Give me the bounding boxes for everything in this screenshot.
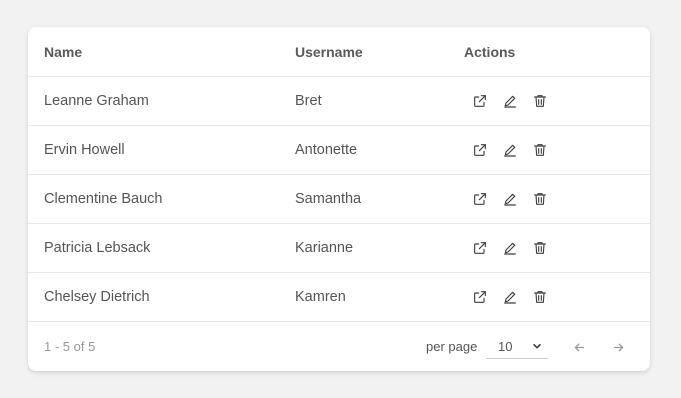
row-actions xyxy=(464,77,549,125)
cell-name: Leanne Graham xyxy=(44,93,149,109)
delete-icon[interactable] xyxy=(531,141,549,159)
cell-name: Clementine Bauch xyxy=(44,191,163,207)
delete-icon[interactable] xyxy=(531,190,549,208)
edit-icon[interactable] xyxy=(501,288,519,306)
cell-username: Kamren xyxy=(295,289,346,305)
table-row: Leanne Graham Bret xyxy=(28,77,650,126)
open-external-icon[interactable] xyxy=(471,190,489,208)
column-header-name[interactable]: Name xyxy=(44,27,82,76)
pagination-bar: 1 - 5 of 5 per page 10 xyxy=(28,322,650,371)
pagination-range: 1 - 5 of 5 xyxy=(44,339,96,354)
edit-icon[interactable] xyxy=(501,141,519,159)
column-header-username[interactable]: Username xyxy=(295,27,363,76)
per-page-select[interactable]: 10 xyxy=(486,334,548,359)
delete-icon[interactable] xyxy=(531,92,549,110)
table-header-row: Name Username Actions xyxy=(28,27,650,77)
cell-username: Bret xyxy=(295,93,322,109)
row-actions xyxy=(464,175,549,223)
arrow-left-icon[interactable] xyxy=(570,338,588,356)
table-row: Ervin Howell Antonette xyxy=(28,126,650,175)
per-page-label: per page xyxy=(426,339,478,354)
users-table-card: Name Username Actions Leanne Graham Bret… xyxy=(28,27,650,371)
open-external-icon[interactable] xyxy=(471,141,489,159)
delete-icon[interactable] xyxy=(531,239,549,257)
row-actions xyxy=(464,273,549,321)
open-external-icon[interactable] xyxy=(471,288,489,306)
delete-icon[interactable] xyxy=(531,288,549,306)
cell-username: Antonette xyxy=(295,142,358,158)
arrow-right-icon[interactable] xyxy=(609,338,627,356)
cell-name: Chelsey Dietrich xyxy=(44,289,150,305)
table-row: Clementine Bauch Samantha xyxy=(28,175,650,224)
row-actions xyxy=(464,224,549,272)
cell-name: Patricia Lebsack xyxy=(44,240,151,256)
open-external-icon[interactable] xyxy=(471,92,489,110)
column-header-actions: Actions xyxy=(464,43,516,60)
cell-username: Karianne xyxy=(295,240,354,256)
edit-icon[interactable] xyxy=(501,190,519,208)
table-row: Chelsey Dietrich Kamren xyxy=(28,273,650,322)
chevron-down-icon xyxy=(532,339,542,354)
per-page-value: 10 xyxy=(498,338,513,354)
row-actions xyxy=(464,126,549,174)
edit-icon[interactable] xyxy=(501,239,519,257)
edit-icon[interactable] xyxy=(501,92,519,110)
cell-name: Ervin Howell xyxy=(44,142,125,158)
cell-username: Samantha xyxy=(295,191,362,207)
open-external-icon[interactable] xyxy=(471,239,489,257)
table-row: Patricia Lebsack Karianne xyxy=(28,224,650,273)
